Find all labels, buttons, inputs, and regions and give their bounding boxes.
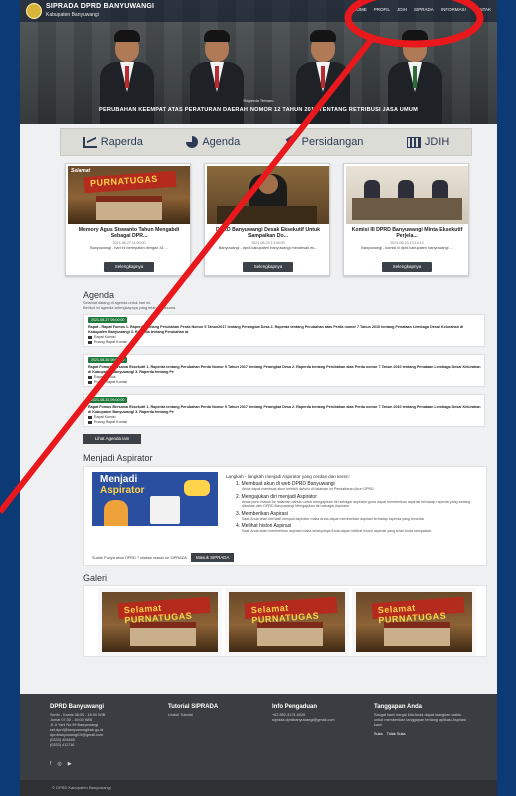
annotation-line xyxy=(0,38,374,514)
annotation-circle xyxy=(344,0,484,48)
red-annotation xyxy=(0,0,484,514)
screenshot-frame: SIPRADA DPRD BANYUWANGI Kabupaten Banyuw… xyxy=(0,0,516,796)
